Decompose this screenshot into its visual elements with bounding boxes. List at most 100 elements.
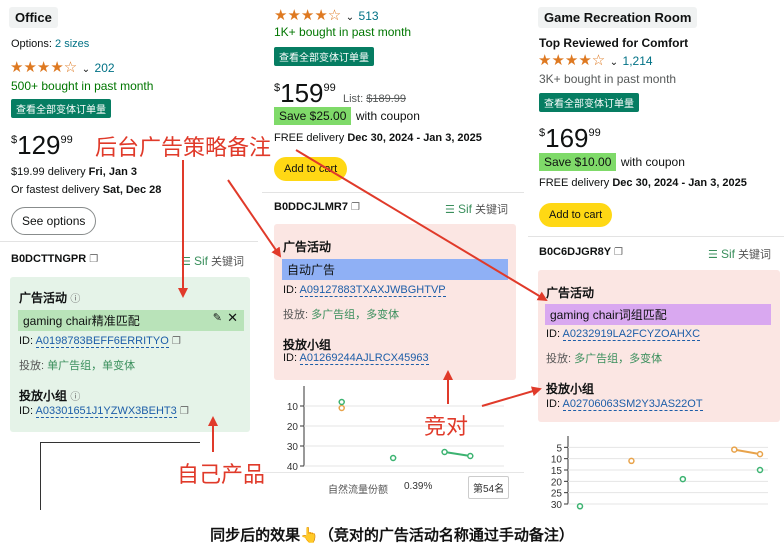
y-tick-label: 20 (551, 477, 563, 488)
see-options-button[interactable]: See options (11, 207, 97, 235)
rating-count[interactable]: 202 (95, 61, 115, 75)
chevron-down-icon[interactable]: ⌄ (82, 64, 90, 75)
series-line (734, 448, 761, 456)
placement-label: 投放: (546, 353, 572, 365)
asin[interactable]: B0C6DJGR8Y (539, 246, 611, 258)
campaign-id-line: ID: A09127883TXAXJWBGHTVP (283, 284, 446, 297)
list-price-value: $189.99 (366, 93, 407, 105)
options-link[interactable]: 2 sizes (55, 38, 89, 50)
variant-orders-button[interactable]: 查看全部变体订单量 (274, 47, 374, 66)
add-to-cart-button[interactable]: Add to cart (539, 203, 613, 227)
help-icon[interactable]: ⓘ (70, 392, 80, 403)
price-currency: $ (11, 134, 18, 146)
y-tick-label: 5 (556, 443, 562, 454)
campaign-id[interactable]: A0198783BEFF6ERRITYO (35, 335, 169, 348)
ad-group-id[interactable]: A02706063SM2Y3JAS22OT (562, 398, 703, 411)
organic-share-label: 自然流量份额 (328, 485, 388, 496)
list-icon: ☰ (445, 204, 455, 216)
id-label: ID: (283, 284, 298, 296)
asin-row: B0DCTTNGPR ❐ (11, 253, 98, 265)
copy-icon[interactable]: ❐ (351, 202, 360, 213)
chevron-down-icon[interactable]: ⌄ (610, 57, 618, 68)
ad-group-id-line: ID: A02706063SM2Y3JAS22OT (546, 398, 703, 411)
rating-count[interactable]: 1,214 (623, 54, 653, 68)
asin[interactable]: B0DDCJLMR7 (274, 201, 348, 213)
rating-row[interactable]: ★★★★☆ ⌄ 513 (274, 6, 379, 25)
sif-label: Sif (193, 254, 208, 268)
delivery-line: FREE delivery Dec 30, 2024 - Jan 3, 2025 (274, 132, 482, 144)
id-label: ID: (19, 405, 34, 417)
delivery-line: FREE delivery Dec 30, 2024 - Jan 3, 2025 (539, 177, 747, 189)
campaign-name-bar[interactable]: gaming chair词组匹配 (545, 304, 771, 325)
rating-row[interactable]: ★★★★☆ ⌄ 1,214 (538, 51, 653, 70)
coupon-badge[interactable]: Save $10.00 (539, 153, 617, 171)
chevron-down-icon[interactable]: ⌄ (346, 12, 354, 23)
competitor-annotation: 竞对 (424, 414, 469, 439)
sif-keywords[interactable]: ☰ Sif 关键词 (445, 201, 508, 217)
coupon-row: Save $10.00 with coupon (539, 153, 685, 171)
campaign-id-line: ID: A0232919LA2FCYZOAHXC (546, 328, 701, 341)
help-icon[interactable]: ⓘ (70, 294, 80, 305)
variant-orders-button[interactable]: 查看全部变体订单量 (11, 99, 111, 118)
price-fraction: 99 (323, 82, 336, 94)
fastest-delivery-date: Sat, Dec 28 (102, 184, 162, 196)
divider (0, 241, 258, 242)
rating-count[interactable]: 513 (359, 9, 379, 23)
keyword-label: 关键词 (738, 249, 772, 261)
price-whole: 129 (17, 130, 61, 160)
delivery-line-1: $19.99 delivery Fri, Jan 3 (11, 166, 137, 178)
copy-icon[interactable]: ❐ (89, 254, 98, 265)
delivery-date: Dec 30, 2024 - Jan 3, 2025 (347, 132, 482, 144)
own-product-annotation: 自己产品 (177, 462, 266, 487)
y-tick-label: 10 (551, 455, 563, 466)
options-label: Options: (11, 38, 52, 50)
keyword-label: 关键词 (475, 204, 509, 216)
asin-row: B0DDCJLMR7 ❐ (274, 201, 360, 213)
price: $12999 (11, 130, 73, 161)
delivery-date: Fri, Jan 3 (88, 166, 137, 178)
campaign-id[interactable]: A09127883TXAXJWBGHTVP (299, 284, 446, 297)
ad-group-label: 投放小组 (19, 389, 68, 403)
campaign-name-bar[interactable]: gaming chair精准匹配 ✎ ✕ (18, 310, 244, 331)
sif-keywords[interactable]: ☰ Sif 关键词 (181, 253, 244, 269)
ad-group-id[interactable]: A01269244AJLRCX45963 (299, 352, 429, 365)
divider (528, 236, 784, 237)
bought-text: 500+ bought in past month (11, 79, 154, 93)
copy-icon[interactable]: ❐ (614, 247, 623, 258)
data-point (338, 404, 345, 412)
bought-text: 3K+ bought in past month (539, 72, 677, 86)
rating-row[interactable]: ★★★★☆ ⌄ 202 (10, 58, 115, 77)
delivery-prefix: FREE delivery (539, 177, 613, 189)
category-tag: Game Recreation Room (538, 7, 698, 28)
caption: 同步后的效果👆（竞对的广告活动名称通过手动备注） (210, 527, 574, 544)
add-to-cart-button[interactable]: Add to cart (274, 157, 348, 181)
chart-axis (40, 442, 41, 510)
y-tick-label: 25 (551, 489, 563, 500)
close-icon[interactable]: ✕ (227, 310, 238, 326)
asin[interactable]: B0DCTTNGPR (11, 253, 86, 265)
variant-orders-button[interactable]: 查看全部变体订单量 (539, 93, 639, 112)
price: $16999 (539, 123, 601, 154)
series-line (444, 451, 471, 457)
price-fraction: 99 (60, 134, 73, 146)
id-label: ID: (19, 335, 34, 347)
campaign-name-bar[interactable]: 自动广告 (282, 259, 508, 280)
ad-activity-label: 广告活动 (19, 291, 68, 305)
id-label: ID: (546, 328, 561, 340)
delivery-prefix: $19.99 delivery (11, 166, 89, 178)
copy-icon[interactable]: ❐ (180, 406, 189, 417)
campaign-id[interactable]: A0232919LA2FCYZOAHXC (562, 328, 701, 341)
ad-group-id[interactable]: A03301651J1YZWX3BEHT3 (35, 405, 177, 418)
copy-icon[interactable]: ❐ (172, 336, 181, 347)
asin-row: B0C6DJGR8Y ❐ (539, 246, 623, 258)
price-whole: 159 (280, 78, 324, 108)
price: $15999 List: $189.99 (274, 78, 406, 109)
rank-chart: 51015202530 (551, 436, 768, 510)
ad-activity-heading: 广告活动 ⓘ (19, 289, 80, 306)
data-point (441, 448, 448, 456)
coupon-badge[interactable]: Save $25.00 (274, 107, 352, 125)
sif-keywords[interactable]: ☰ Sif 关键词 (708, 246, 771, 262)
star-rating: ★★★★☆ (10, 59, 78, 76)
price-fraction: 99 (588, 127, 601, 139)
edit-icon[interactable]: ✎ (213, 311, 222, 324)
